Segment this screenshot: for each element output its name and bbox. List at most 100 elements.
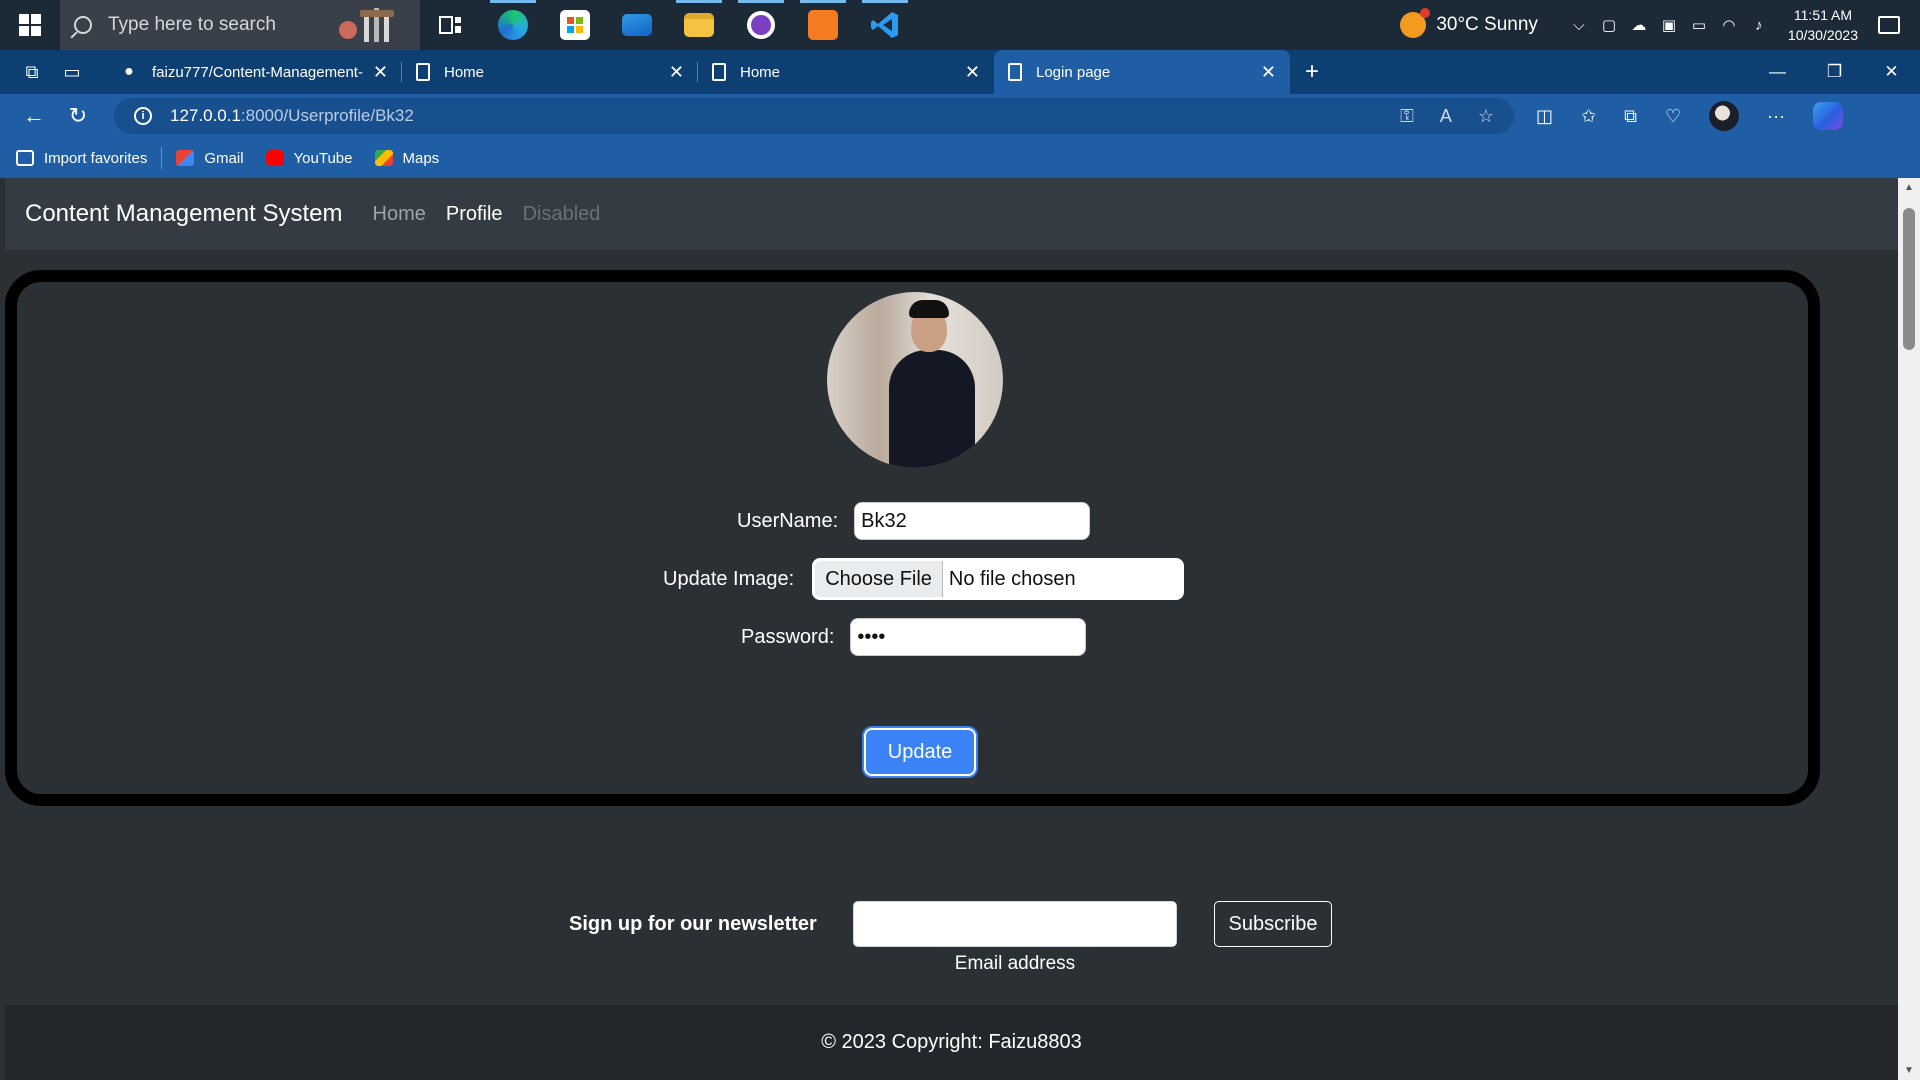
browser-tab-strip: ⧉ ▭ ● faizu777/Content-Management- ✕ Hom… — [0, 50, 1920, 94]
task-view-icon — [439, 16, 461, 34]
maps-icon — [374, 150, 393, 166]
store-icon — [560, 10, 590, 40]
subscribe-button[interactable]: Subscribe — [1214, 901, 1332, 947]
onedrive-cloud-icon[interactable]: ☁ — [1630, 16, 1648, 34]
taskbar-xampp[interactable] — [792, 0, 854, 50]
clock-date: 10/30/2023 — [1787, 27, 1858, 43]
nav-link-disabled: Disabled — [522, 202, 601, 225]
display-icon[interactable]: ▣ — [1660, 16, 1678, 34]
password-label: Password: — [741, 625, 835, 648]
taskbar-search-box[interactable]: Type here to search — [60, 0, 420, 50]
choose-file-button[interactable]: Choose File — [815, 561, 943, 597]
chevron-up-icon[interactable]: ⌵ — [1570, 17, 1588, 34]
workspaces-icon[interactable]: ⧉ — [12, 50, 52, 94]
back-arrow-icon[interactable]: ← — [12, 94, 56, 138]
minimize-icon[interactable]: — — [1749, 50, 1806, 94]
meet-now-icon[interactable]: ▢ — [1600, 16, 1618, 34]
copilot-icon[interactable] — [1813, 102, 1844, 130]
divider — [161, 147, 163, 169]
favorite-label: Import favorites — [44, 149, 148, 167]
close-tab-icon[interactable]: ✕ — [1261, 62, 1276, 83]
refresh-icon[interactable]: ↻ — [56, 94, 100, 138]
favorite-label: YouTube — [293, 149, 353, 167]
github-desktop-icon — [747, 11, 775, 39]
weather-sun-icon[interactable] — [1400, 8, 1431, 38]
taskbar-mail[interactable] — [606, 0, 668, 50]
favorite-maps[interactable]: Maps — [374, 150, 439, 167]
tab-home-1[interactable]: Home ✕ — [402, 50, 698, 94]
tab-title: Login page — [1036, 63, 1111, 81]
close-tab-icon[interactable]: ✕ — [669, 62, 684, 83]
close-tab-icon[interactable]: ✕ — [373, 62, 388, 83]
system-tray: 30°C Sunny ⌵ ▢ ☁ ▣ ▭ ◠ ♪ 11:51 AM 10/30/… — [1400, 0, 1920, 50]
tab-login-page[interactable]: Login page ✕ — [994, 50, 1290, 94]
username-label: UserName: — [737, 509, 839, 532]
nav-link-profile[interactable]: Profile — [446, 203, 503, 226]
import-favorites-icon — [16, 150, 34, 166]
username-input[interactable]: Bk32 — [854, 502, 1091, 540]
notifications-icon[interactable] — [1878, 16, 1900, 34]
key-icon[interactable]: ⚿ — [1400, 106, 1414, 127]
taskbar-github-desktop[interactable] — [730, 0, 792, 50]
new-tab-button[interactable]: + — [1290, 50, 1334, 94]
taskbar-vscode[interactable] — [854, 0, 916, 50]
page-icon — [1008, 63, 1022, 81]
navbar-brand[interactable]: Content Management System — [25, 200, 343, 228]
taskbar-file-explorer[interactable] — [668, 0, 730, 50]
email-help-text: Email address — [954, 953, 1076, 974]
taskbar-edge[interactable] — [482, 0, 544, 50]
split-screen-icon[interactable]: ◫ — [1536, 106, 1553, 127]
file-input[interactable]: Choose File No file chosen — [812, 558, 1185, 600]
search-icon — [74, 16, 92, 34]
web-page: Content Management System Home Profile D… — [0, 178, 1920, 1080]
nav-link-home[interactable]: Home — [373, 203, 426, 226]
battery-icon[interactable]: ▭ — [1690, 16, 1708, 34]
browser-essentials-icon[interactable]: ♡ — [1665, 106, 1681, 127]
gmail-icon — [176, 150, 195, 166]
more-options-icon[interactable]: ··· — [1767, 106, 1785, 127]
page-icon — [416, 63, 430, 81]
update-image-row: Update Image: Choose File No file chosen — [663, 558, 1185, 600]
no-file-text: No file chosen — [948, 567, 1076, 590]
favorite-star-icon[interactable]: ☆ — [1478, 106, 1494, 127]
site-info-icon[interactable]: i — [134, 107, 152, 125]
wifi-icon[interactable]: ◠ — [1720, 16, 1738, 34]
password-row: Password: •••• — [741, 618, 1087, 656]
restore-icon[interactable]: ❐ — [1806, 50, 1863, 94]
scrollbar-thumb[interactable] — [1903, 208, 1915, 350]
site-navbar: Content Management System Home Profile D… — [5, 178, 1898, 250]
favorite-gmail[interactable]: Gmail — [176, 150, 244, 167]
close-tab-icon[interactable]: ✕ — [965, 62, 980, 83]
tab-title: Home — [740, 63, 781, 81]
profile-avatar[interactable] — [1709, 101, 1740, 131]
tab-home-2[interactable]: Home ✕ — [698, 50, 994, 94]
taskbar-clock[interactable]: 11:51 AM 10/30/2023 — [1788, 5, 1858, 45]
tab-actions-icon[interactable]: ▭ — [52, 50, 92, 94]
favorite-youtube[interactable]: YouTube — [265, 149, 353, 167]
tab-github[interactable]: ● faizu777/Content-Management- ✕ — [106, 50, 402, 94]
close-window-icon[interactable]: ✕ — [1863, 50, 1920, 94]
taskbar-store[interactable] — [544, 0, 606, 50]
task-view-button[interactable] — [420, 0, 482, 50]
taskbar-search-placeholder: Type here to search — [108, 14, 276, 35]
page-scrollbar[interactable]: ▲ ▼ — [1898, 178, 1920, 1080]
volume-icon[interactable]: ♪ — [1750, 17, 1768, 34]
update-button[interactable]: Update — [864, 728, 976, 776]
password-input[interactable]: •••• — [850, 618, 1087, 656]
favorite-import[interactable]: Import favorites — [16, 150, 147, 167]
folder-icon — [684, 13, 714, 37]
profile-card: UserName: Bk32 Update Image: Choose File… — [5, 270, 1820, 806]
tab-title: faizu777/Content-Management- — [152, 63, 363, 81]
weather-text[interactable]: 30°C Sunny — [1436, 14, 1538, 36]
newsletter-email-input[interactable] — [853, 901, 1177, 947]
address-bar[interactable]: i 127.0.0.1:8000/Userprofile/Bk32 ⚿ A ☆ — [114, 98, 1514, 134]
scroll-down-icon[interactable]: ▼ — [1898, 1065, 1920, 1076]
read-aloud-icon[interactable]: A — [1440, 106, 1452, 127]
site-footer: © 2023 Copyright: Faizu8803 — [5, 1005, 1898, 1080]
collections-icon[interactable]: ⧉ — [1624, 106, 1637, 127]
profile-photo — [827, 292, 1003, 468]
start-button[interactable] — [0, 0, 60, 50]
scroll-up-icon[interactable]: ▲ — [1898, 182, 1920, 193]
youtube-icon — [265, 150, 284, 166]
favorites-icon[interactable]: ✩ — [1581, 106, 1596, 127]
